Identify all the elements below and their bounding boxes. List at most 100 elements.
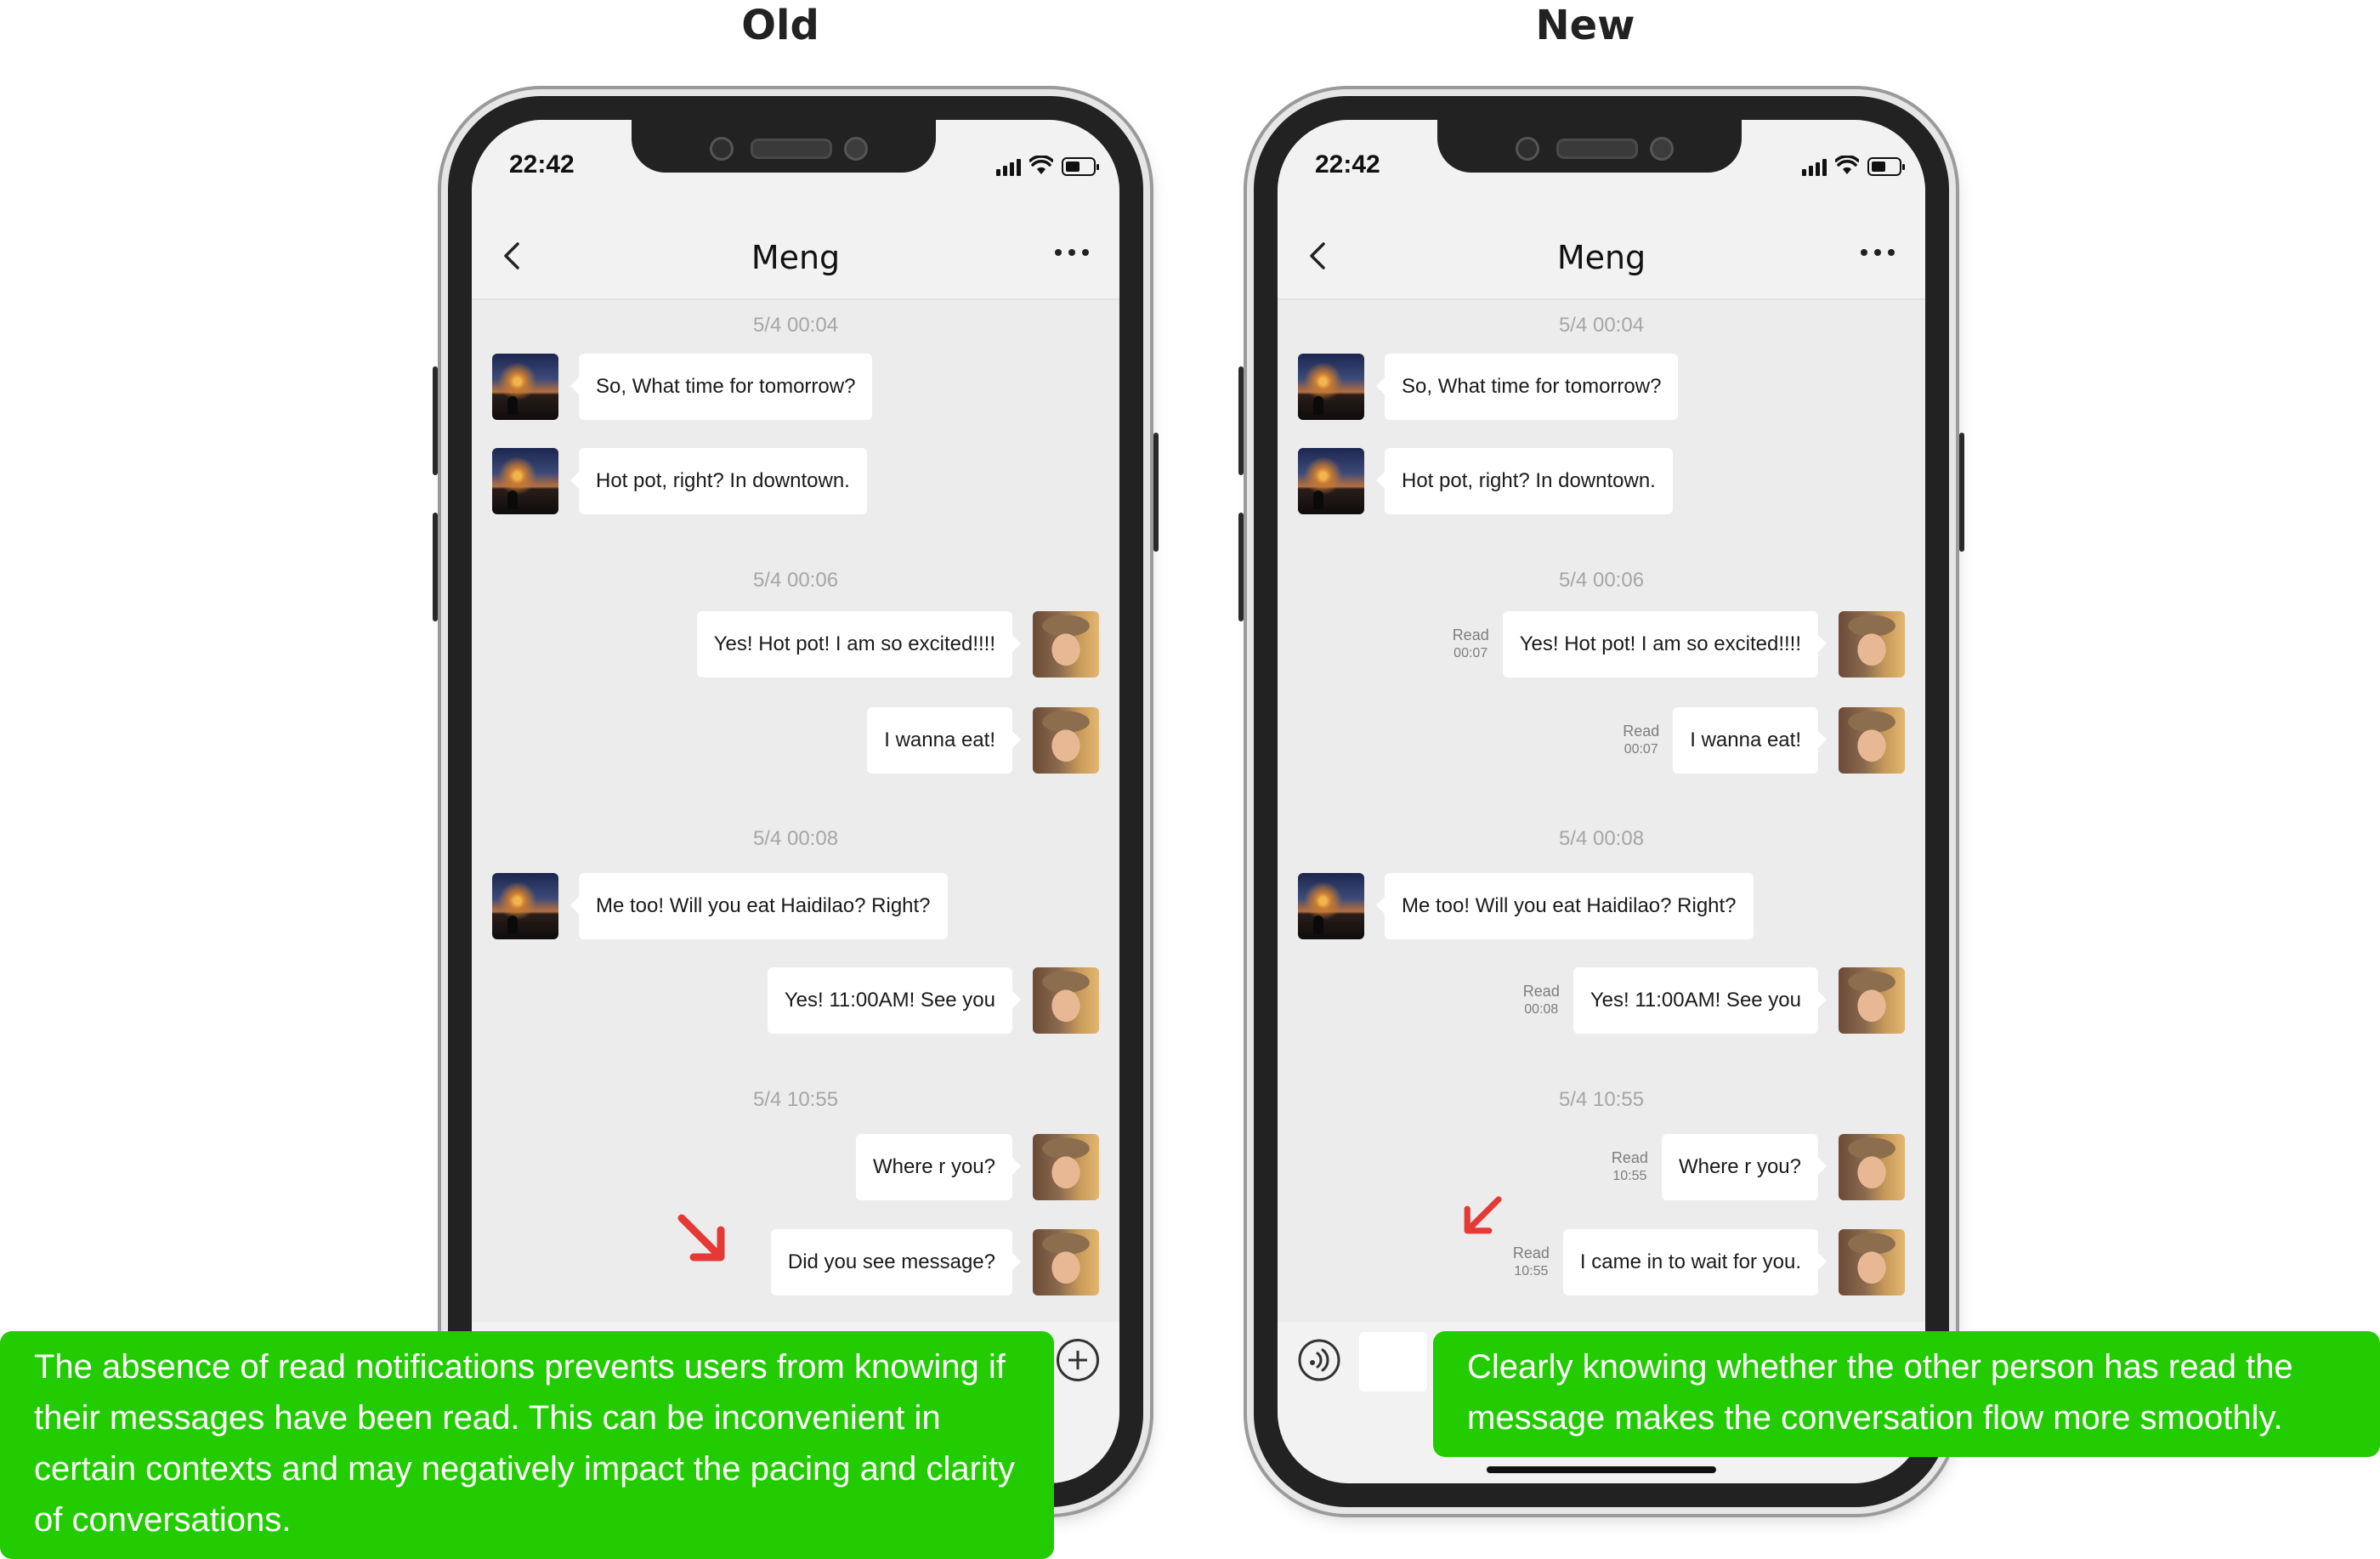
message-input[interactable] [1359, 1332, 1427, 1392]
volume-up-button [1238, 366, 1244, 475]
message-outgoing: Did you see message? [770, 1229, 1099, 1295]
timestamp: 5/4 10:55 [1558, 1088, 1645, 1111]
notch [1437, 120, 1742, 173]
read-time: 00:08 [1524, 1002, 1559, 1017]
screen-old: 22:42 Meng 5/4 00:04 So, What time for t… [472, 120, 1119, 1483]
avatar-self[interactable] [1839, 967, 1905, 1034]
volume-down-button [1238, 513, 1244, 621]
phone-new: 22:42 Meng 5/4 00:04 So, What time for t… [1238, 96, 1964, 1507]
read-receipt: Read 10:55 [1612, 1148, 1648, 1186]
message-bubble[interactable]: I came in to wait for you. [1562, 1229, 1828, 1295]
timestamp: 5/4 00:06 [752, 569, 839, 592]
message-bubble[interactable]: I wanna eat! [867, 707, 1021, 774]
status-time: 22:42 [509, 150, 575, 179]
read-receipt: Read 00:08 [1523, 982, 1560, 1019]
contact-name: Meng [751, 239, 841, 276]
message-incoming: Me too! Will you eat Haidilao? Right? [492, 873, 948, 939]
arrow-icon [677, 1214, 725, 1261]
voice-icon[interactable] [1298, 1339, 1340, 1381]
avatar-contact[interactable] [492, 873, 558, 939]
avatar-contact[interactable] [1298, 354, 1364, 420]
wifi-icon [1835, 156, 1859, 174]
signal-icon [996, 159, 1021, 176]
avatar-self[interactable] [1033, 1134, 1099, 1200]
message-bubble[interactable]: Me too! Will you eat Haidilao? Right? [570, 873, 948, 939]
message-bubble[interactable]: Yes! Hot pot! I am so excited!!!! [696, 611, 1022, 677]
screen-new: 22:42 Meng 5/4 00:04 So, What time for t… [1278, 120, 1925, 1483]
back-chevron-icon[interactable] [1301, 239, 1335, 273]
power-button [1153, 433, 1159, 552]
message-bubble[interactable]: Hot pot, right? In downtown. [1376, 448, 1673, 514]
message-bubble[interactable]: Where r you? [1661, 1134, 1828, 1200]
message-outgoing: Yes! Hot pot! I am so excited!!!! Read 00… [1453, 611, 1905, 677]
read-receipt: Read 10:55 [1513, 1244, 1550, 1281]
status-bar: 22:42 [472, 120, 1119, 205]
read-label: Read [1512, 1244, 1550, 1261]
phone-old: 22:42 Meng 5/4 00:04 So, What time for t… [433, 96, 1159, 1507]
avatar-contact[interactable] [1298, 873, 1364, 939]
message-outgoing: I wanna eat! [867, 707, 1099, 774]
message-outgoing: Where r you? [855, 1134, 1099, 1200]
status-icons [996, 154, 1099, 176]
arrow-icon [1464, 1196, 1502, 1234]
read-label: Read [1452, 626, 1489, 643]
avatar-self[interactable] [1839, 611, 1905, 677]
read-time: 10:55 [1612, 1169, 1647, 1183]
avatar-contact[interactable] [492, 448, 558, 514]
more-dots-icon[interactable] [1861, 249, 1895, 256]
timestamp: 5/4 00:06 [1558, 569, 1645, 592]
battery-icon [1867, 157, 1905, 176]
timestamp: 5/4 00:04 [1558, 314, 1645, 337]
plus-icon[interactable] [1057, 1339, 1099, 1381]
message-bubble[interactable]: Yes! 11:00AM! See you [1572, 967, 1828, 1034]
home-indicator [1487, 1466, 1716, 1473]
contact-name: Meng [1556, 239, 1646, 276]
message-incoming: So, What time for tomorrow? [1298, 354, 1679, 420]
volume-down-button [433, 513, 438, 621]
avatar-self[interactable] [1839, 1229, 1905, 1295]
chat-header: Meng [472, 205, 1119, 300]
old-title: Old [741, 2, 819, 49]
read-time: 10:55 [1514, 1264, 1549, 1278]
message-bubble[interactable]: Yes! Hot pot! I am so excited!!!! [1502, 611, 1828, 677]
message-outgoing: Yes! 11:00AM! See you [767, 967, 1099, 1034]
status-bar: 22:42 [1278, 120, 1925, 205]
message-bubble[interactable]: Me too! Will you eat Haidilao? Right? [1376, 873, 1754, 939]
avatar-self[interactable] [1033, 611, 1099, 677]
avatar-contact[interactable] [492, 354, 558, 420]
read-label: Read [1623, 723, 1660, 740]
avatar-self[interactable] [1033, 1229, 1099, 1295]
read-time: 00:07 [1624, 742, 1658, 757]
avatar-self[interactable] [1033, 967, 1099, 1034]
avatar-self[interactable] [1033, 707, 1099, 774]
avatar-self[interactable] [1839, 1134, 1905, 1200]
read-time: 00:07 [1454, 646, 1488, 660]
signal-icon [1802, 159, 1827, 176]
message-bubble[interactable]: Where r you? [855, 1134, 1022, 1200]
avatar-contact[interactable] [1298, 448, 1364, 514]
timestamp: 5/4 10:55 [752, 1088, 839, 1111]
avatar-self[interactable] [1839, 707, 1905, 774]
volume-up-button [433, 366, 438, 475]
message-bubble[interactable]: I wanna eat! [1673, 707, 1827, 774]
message-outgoing: I came in to wait for you. Read 10:55 [1513, 1229, 1905, 1295]
back-chevron-icon[interactable] [496, 239, 530, 273]
notch [632, 120, 936, 173]
message-outgoing: I wanna eat! Read 00:07 [1623, 707, 1905, 774]
more-dots-icon[interactable] [1055, 249, 1089, 256]
callout-old: The absence of read notifications preven… [0, 1331, 1054, 1559]
message-bubble[interactable]: So, What time for tomorrow? [570, 354, 873, 420]
message-incoming: Me too! Will you eat Haidilao? Right? [1298, 873, 1754, 939]
chat-header: Meng [1278, 205, 1925, 300]
message-bubble[interactable]: Hot pot, right? In downtown. [570, 448, 867, 514]
message-bubble[interactable]: So, What time for tomorrow? [1375, 354, 1679, 420]
read-receipt: Read 00:07 [1453, 626, 1489, 663]
message-outgoing: Yes! Hot pot! I am so excited!!!! [696, 611, 1099, 677]
message-bubble[interactable]: Yes! 11:00AM! See you [767, 967, 1022, 1034]
message-bubble[interactable]: Did you see message? [770, 1229, 1022, 1295]
status-icons [1802, 154, 1905, 176]
read-receipt: Read 00:07 [1623, 722, 1659, 759]
wifi-icon [1029, 156, 1053, 174]
message-incoming: Hot pot, right? In downtown. [492, 448, 867, 514]
message-incoming: Hot pot, right? In downtown. [1298, 448, 1673, 514]
